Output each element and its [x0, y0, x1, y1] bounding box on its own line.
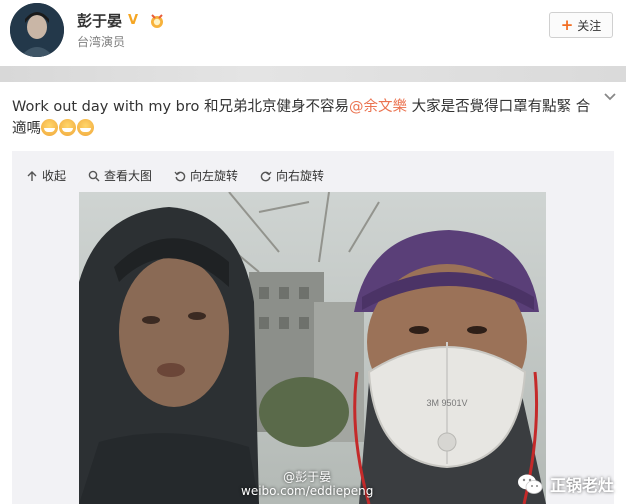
medal-icon	[151, 13, 164, 28]
grin-emoji-icon	[59, 119, 76, 136]
account-watermark: 正锅老灶	[516, 472, 614, 496]
collapse-button[interactable]: 收起	[26, 167, 66, 184]
post-photo[interactable]: 3M 9501V @彭于晏 weibo.com/eddiepeng	[79, 192, 546, 504]
rotate-left-button[interactable]: 向左旋转	[174, 167, 238, 184]
view-large-button[interactable]: 查看大图	[88, 167, 152, 184]
rotate-left-icon	[174, 171, 186, 181]
collapse-label: 收起	[42, 169, 67, 183]
selfie-photo: 3M 9501V	[79, 192, 546, 504]
photo-credit: @彭于晏 weibo.com/eddiepeng	[241, 470, 373, 498]
wechat-icon	[517, 474, 543, 494]
mask-print: 3M 9501V	[426, 398, 467, 408]
collapse-icon	[27, 170, 37, 181]
follow-button[interactable]: + 关注	[549, 12, 613, 38]
username[interactable]: 彭于晏	[77, 10, 122, 31]
photo-credit-url: weibo.com/eddiepeng	[241, 484, 374, 498]
verified-v-icon: V	[128, 12, 139, 28]
magnifier-icon	[88, 170, 100, 181]
rotate-right-button[interactable]: 向右旋转	[260, 167, 324, 184]
media-viewer: 收起 查看大图 向左旋转 向右旋转 3M 9501V @彭于晏 weibo.co…	[12, 151, 614, 504]
mention-link[interactable]: @余文樂	[349, 99, 407, 115]
chevron-down-icon[interactable]	[603, 92, 617, 102]
post-text-main: Work out day with my bro 和兄弟北京健身不容易	[12, 99, 349, 115]
user-description: 台湾演员	[77, 35, 126, 49]
photo-credit-handle: @彭于晏	[283, 470, 332, 484]
section-divider	[0, 66, 626, 82]
avatar[interactable]	[10, 3, 64, 57]
rotate-right-icon	[260, 171, 272, 181]
grin-emoji-icon	[41, 119, 58, 136]
media-toolbar: 收起 查看大图 向左旋转 向右旋转	[26, 167, 324, 184]
post-text: Work out day with my bro 和兄弟北京健身不容易@余文樂 …	[12, 96, 597, 140]
follow-label: 关注	[577, 18, 602, 33]
grin-emoji-icon	[77, 119, 94, 136]
view-large-label: 查看大图	[104, 169, 153, 183]
post-header: 彭于晏 V 台湾演员 + 关注	[0, 0, 626, 64]
rotate-left-label: 向左旋转	[190, 169, 239, 183]
rotate-right-label: 向右旋转	[276, 169, 325, 183]
watermark-text: 正锅老灶	[549, 476, 614, 495]
plus-icon: +	[560, 16, 574, 34]
